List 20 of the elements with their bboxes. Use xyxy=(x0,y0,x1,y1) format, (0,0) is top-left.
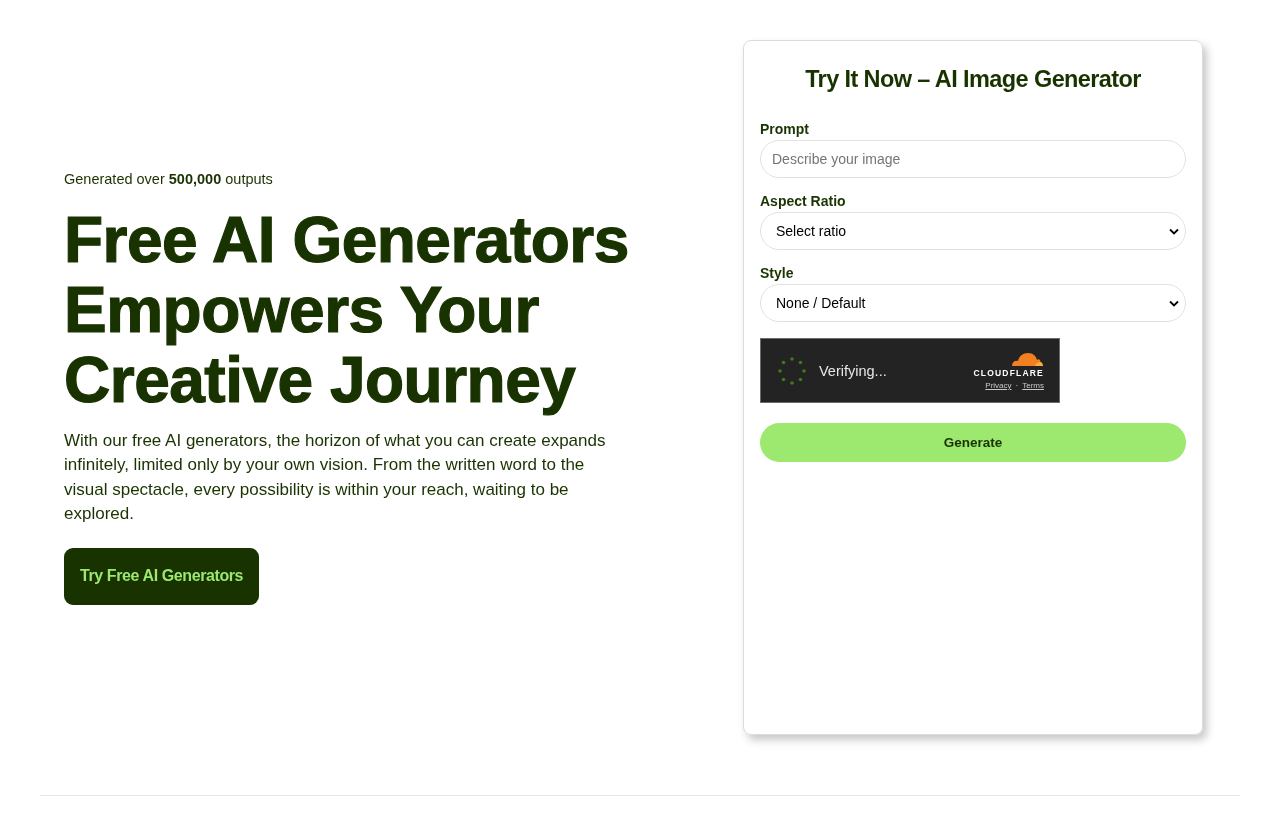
field-label: Prompt xyxy=(760,121,809,137)
stat-text: Generated over 500,000 outputs xyxy=(64,170,273,187)
cta-button[interactable]: Try Free AI Generators xyxy=(64,547,260,605)
chevron-down-icon xyxy=(1169,299,1179,307)
brand-name: CLOUDFLARE xyxy=(973,368,1044,378)
privacy-link[interactable]: Privacy xyxy=(985,381,1012,390)
generate-button[interactable]: Generate xyxy=(760,423,1186,462)
spinner-icon xyxy=(777,355,807,386)
captcha-status: Verifying... xyxy=(819,362,888,379)
separator-dot: · xyxy=(1015,381,1019,390)
prompt-input[interactable]: Describe your image xyxy=(760,140,1186,178)
hero-description: With our free AI generators, the horizon of what you can create expands infinitely, limited only by your own vision. From the written word to the visual spectacle, every possibility is within your reach, waiting to be explored. xyxy=(64,429,607,525)
chevron-down-icon xyxy=(1169,227,1179,235)
terms-link[interactable]: Terms xyxy=(1022,381,1044,390)
dropdown-select[interactable]: None / Default xyxy=(760,284,1186,322)
field-label: Style xyxy=(760,265,794,281)
dropdown-select[interactable]: Select ratio xyxy=(760,212,1186,250)
card-title: Try It Now – AI Image Generator xyxy=(805,66,1141,93)
hero-headline: Free AI Generators Empowers Your Creative Journey xyxy=(64,204,630,415)
field-label: Aspect Ratio xyxy=(760,193,846,209)
